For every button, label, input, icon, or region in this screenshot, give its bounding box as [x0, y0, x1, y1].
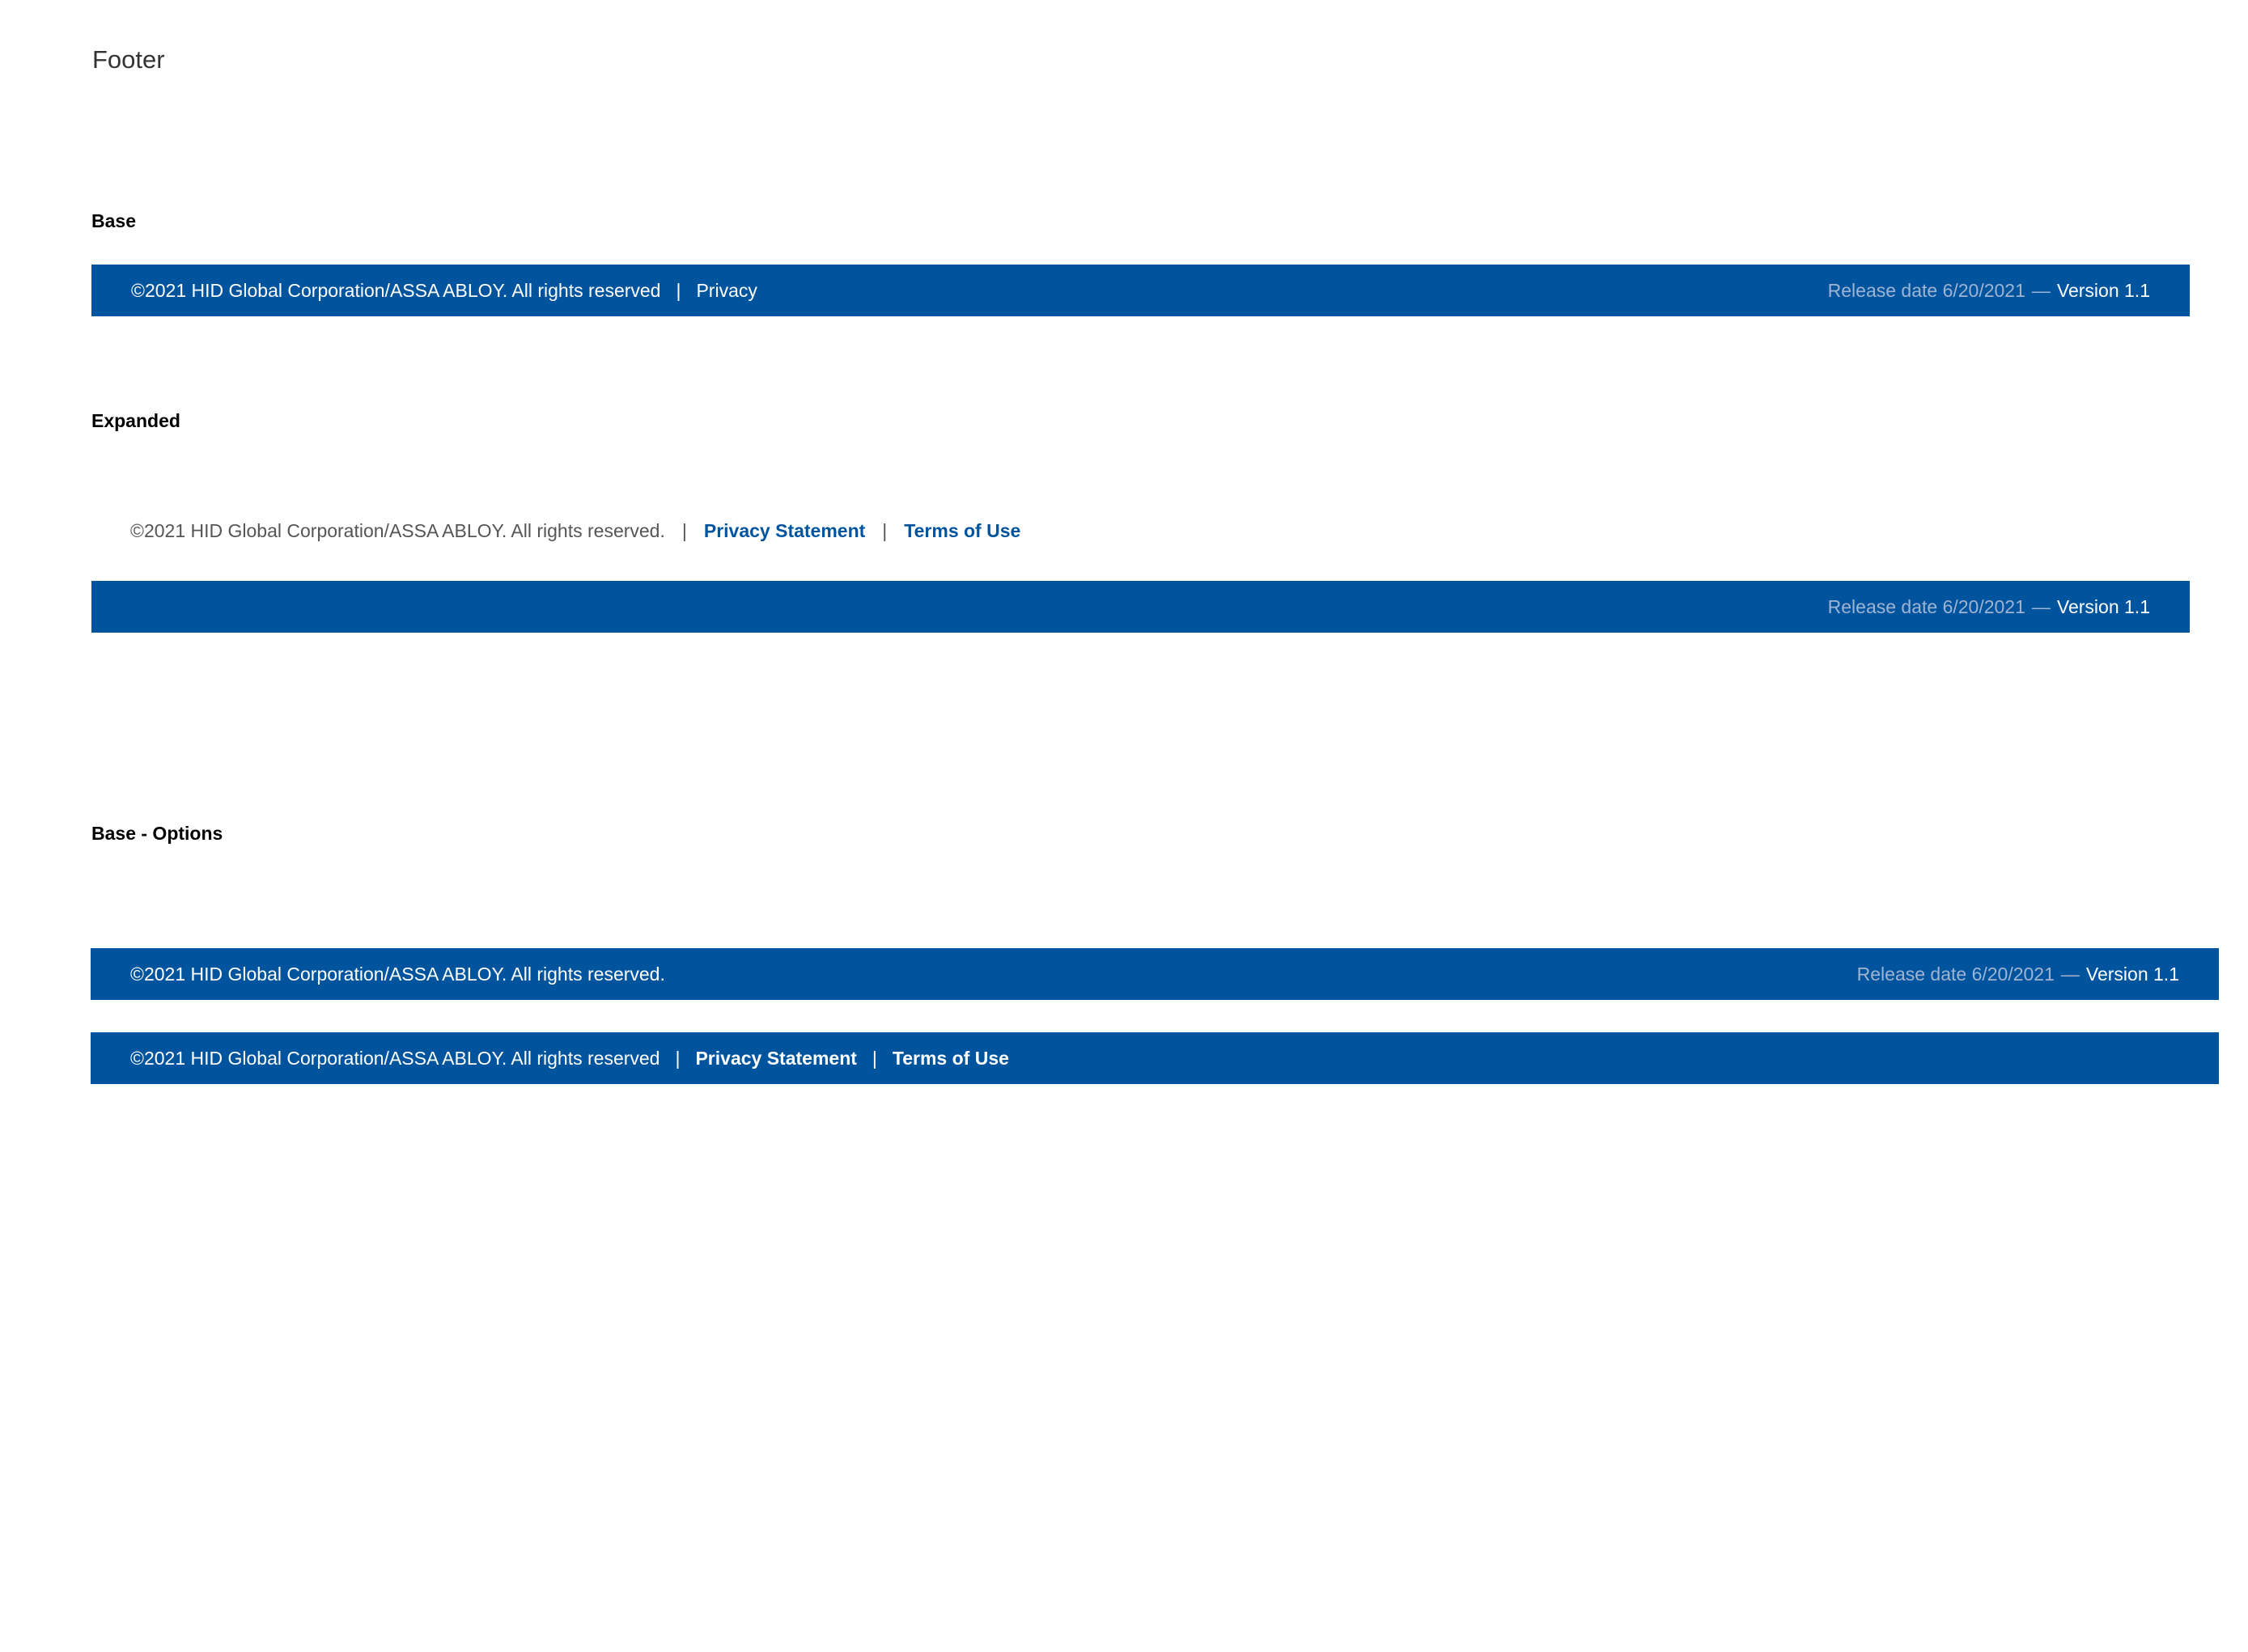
footer-base: ©2021 HID Global Corporation/ASSA ABLOY.… [91, 265, 2190, 316]
dash-separator: — [2060, 963, 2080, 985]
separator: | [676, 279, 681, 301]
copyright-text: ©2021 HID Global Corporation/ASSA ABLOY.… [130, 963, 665, 985]
version-text: Version 1.1 [2056, 595, 2150, 617]
copyright-text: ©2021 HID Global Corporation/ASSA ABLOY.… [130, 519, 665, 541]
dash-separator: — [2031, 595, 2051, 617]
section-label-base-options: Base - Options [91, 823, 223, 844]
separator: | [681, 519, 687, 541]
release-date: Release date 6/20/2021 [1827, 595, 2025, 617]
version-text: Version 1.1 [2056, 279, 2150, 301]
footer-base-right: Release date 6/20/2021 — Version 1.1 [1828, 280, 2150, 302]
release-date: Release date 6/20/2021 [1856, 963, 2055, 985]
privacy-link[interactable]: Privacy [696, 280, 757, 302]
section-label-base: Base [91, 210, 136, 231]
copyright-text: ©2021 HID Global Corporation/ASSA ABLOY.… [130, 1047, 660, 1069]
footer-expanded-right: Release date 6/20/2021 — Version 1.1 [1828, 596, 2150, 618]
footer-option-1: ©2021 HID Global Corporation/ASSA ABLOY.… [91, 948, 2219, 1000]
dash-separator: — [2031, 279, 2051, 301]
terms-of-use-link[interactable]: Terms of Use [893, 1048, 1009, 1070]
footer-base-left: ©2021 HID Global Corporation/ASSA ABLOY.… [131, 280, 757, 302]
page: Footer Base ©2021 HID Global Corporation… [0, 0, 2248, 1652]
separator: | [675, 1047, 681, 1069]
footer-expanded-links-row: ©2021 HID Global Corporation/ASSA ABLOY.… [130, 518, 1020, 544]
copyright-text: ©2021 HID Global Corporation/ASSA ABLOY.… [131, 279, 661, 301]
section-label-expanded: Expanded [91, 410, 180, 431]
privacy-statement-link[interactable]: Privacy Statement [704, 520, 865, 542]
terms-of-use-link[interactable]: Terms of Use [904, 520, 1020, 542]
separator: | [882, 519, 888, 541]
page-title: Footer [92, 45, 165, 74]
footer-option-2-left: ©2021 HID Global Corporation/ASSA ABLOY.… [130, 1048, 1009, 1070]
footer-option-1-left: ©2021 HID Global Corporation/ASSA ABLOY.… [130, 964, 665, 985]
footer-option-2: ©2021 HID Global Corporation/ASSA ABLOY.… [91, 1032, 2219, 1084]
footer-expanded-bar: Release date 6/20/2021 — Version 1.1 [91, 581, 2190, 633]
separator: | [872, 1047, 877, 1069]
privacy-statement-link[interactable]: Privacy Statement [695, 1048, 856, 1070]
footer-option-1-right: Release date 6/20/2021 — Version 1.1 [1857, 964, 2179, 985]
release-date: Release date 6/20/2021 [1827, 279, 2025, 301]
version-text: Version 1.1 [2085, 963, 2179, 985]
